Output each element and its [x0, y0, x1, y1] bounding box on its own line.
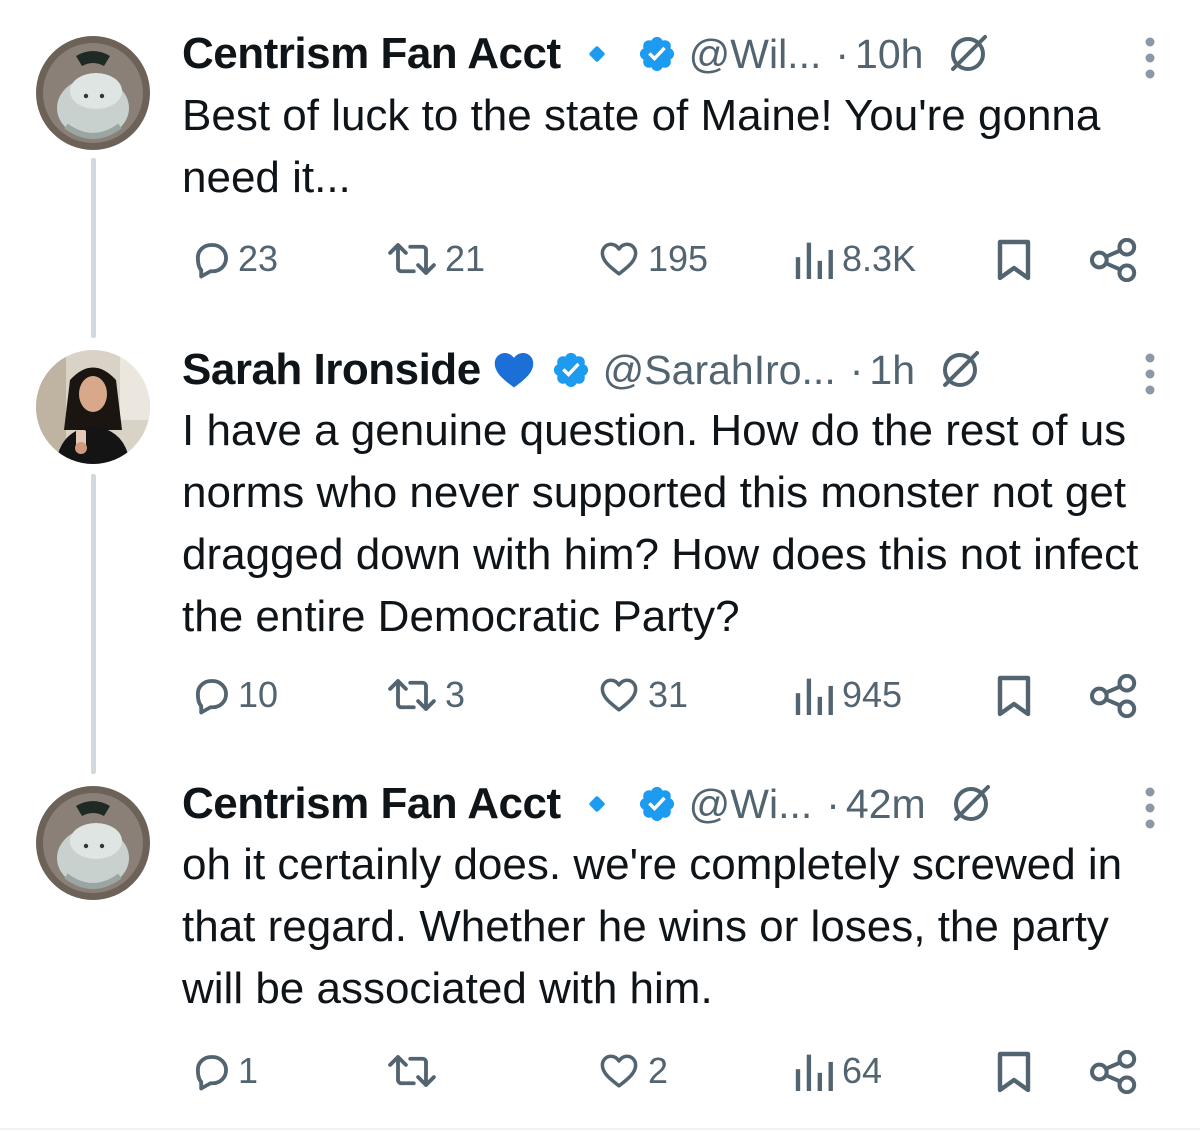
avatar[interactable] [36, 786, 150, 900]
views-button[interactable]: 64 [792, 1050, 882, 1092]
bookmark-icon [997, 1051, 1031, 1093]
separator: · [826, 780, 840, 827]
verified-badge-icon [639, 786, 674, 822]
reply-button[interactable]: 1 [190, 1050, 258, 1092]
timestamp[interactable]: 42m [846, 781, 926, 828]
retweet-icon [388, 1055, 436, 1087]
muted-icon [953, 785, 990, 821]
display-name[interactable]: Centrism Fan Acct [182, 779, 561, 829]
more-icon[interactable] [1144, 786, 1156, 830]
tweet-header: Centrism Fan Acct @Wi... · 42m [182, 776, 994, 832]
diamond-badge-icon [588, 795, 606, 813]
like-icon [600, 1054, 638, 1088]
retweet-button[interactable] [385, 1050, 445, 1092]
tweet-text: oh it certainly does. we're completely s… [182, 840, 1123, 1013]
bookmark-button[interactable] [996, 1050, 1032, 1094]
views-icon [795, 1054, 833, 1091]
divider [0, 1128, 1200, 1130]
reply-icon [195, 1055, 228, 1091]
reply-count: 1 [238, 1050, 259, 1091]
like-button[interactable]: 2 [596, 1050, 668, 1092]
tweet[interactable]: Centrism Fan Acct @Wi... · 42m oh it cer… [0, 0, 1200, 1120]
view-count: 64 [842, 1050, 883, 1091]
like-count: 2 [648, 1050, 669, 1091]
share-button[interactable] [1090, 1050, 1138, 1094]
action-bar: 1 2 64 [0, 1050, 1200, 1100]
handle[interactable]: @Wi... [689, 781, 813, 828]
share-icon [1090, 1050, 1137, 1094]
